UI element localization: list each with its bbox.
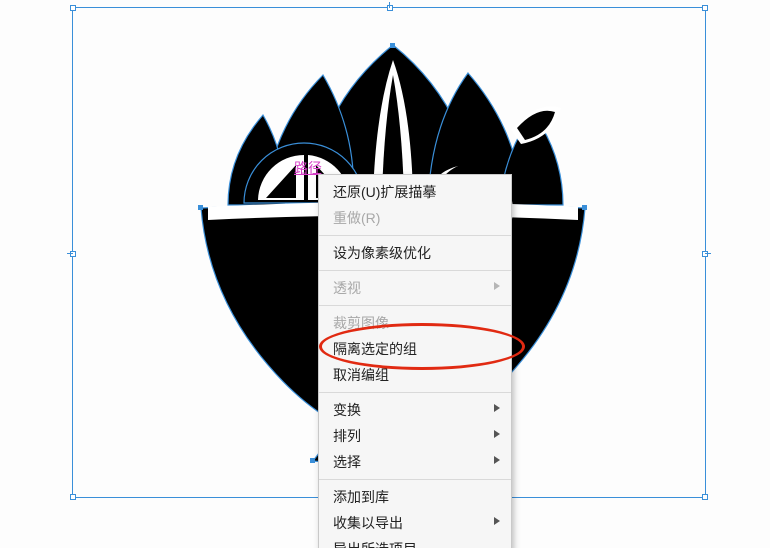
menu-arrange[interactable]: 排列: [319, 423, 511, 449]
menu-label: 收集以导出: [333, 515, 403, 531]
menu-separator: [319, 479, 511, 480]
menu-label: 选择: [333, 454, 361, 470]
menu-add-to-library[interactable]: 添加到库: [319, 484, 511, 510]
menu-separator: [319, 235, 511, 236]
menu-collect-for-export[interactable]: 收集以导出: [319, 510, 511, 536]
menu-separator: [319, 270, 511, 271]
menu-undo[interactable]: 还原(U)扩展描摹: [319, 179, 511, 205]
midpoint-tick-top: [389, 2, 390, 8]
submenu-arrow-icon: [493, 516, 501, 526]
menu-pixel-perfect[interactable]: 设为像素级优化: [319, 240, 511, 266]
canvas-area[interactable]: 路径 还原(U)扩展描摹 重做(R) 设为像素级优化 透视 裁剪图像 隔离选定的…: [0, 0, 770, 548]
resize-handle-top[interactable]: [387, 5, 393, 11]
menu-separator: [319, 392, 511, 393]
menu-select[interactable]: 选择: [319, 449, 511, 475]
submenu-arrow-icon: [493, 403, 501, 413]
menu-label: 排列: [333, 428, 361, 444]
menu-perspective: 透视: [319, 275, 511, 301]
menu-crop-image: 裁剪图像: [319, 310, 511, 336]
menu-redo: 重做(R): [319, 205, 511, 231]
menu-label: 变换: [333, 402, 361, 418]
submenu-arrow-icon: [493, 281, 501, 291]
resize-handle-top-left[interactable]: [70, 5, 76, 11]
menu-ungroup[interactable]: 取消编组: [319, 362, 511, 388]
resize-handle-left[interactable]: [70, 251, 76, 257]
menu-label: 透视: [333, 280, 361, 296]
submenu-arrow-icon: [493, 455, 501, 465]
resize-handle-top-right[interactable]: [702, 5, 708, 11]
resize-handle-bottom-left[interactable]: [70, 494, 76, 500]
menu-export-selection[interactable]: 导出所选项目...: [319, 536, 511, 548]
resize-handle-bottom-right[interactable]: [702, 494, 708, 500]
midpoint-tick-left: [67, 253, 73, 254]
menu-separator: [319, 305, 511, 306]
resize-handle-right[interactable]: [702, 251, 708, 257]
menu-transform[interactable]: 变换: [319, 397, 511, 423]
submenu-arrow-icon: [493, 429, 501, 439]
midpoint-tick-right: [705, 253, 711, 254]
context-menu: 还原(U)扩展描摹 重做(R) 设为像素级优化 透视 裁剪图像 隔离选定的组 取…: [318, 174, 512, 548]
menu-isolate-group[interactable]: 隔离选定的组: [319, 336, 511, 362]
